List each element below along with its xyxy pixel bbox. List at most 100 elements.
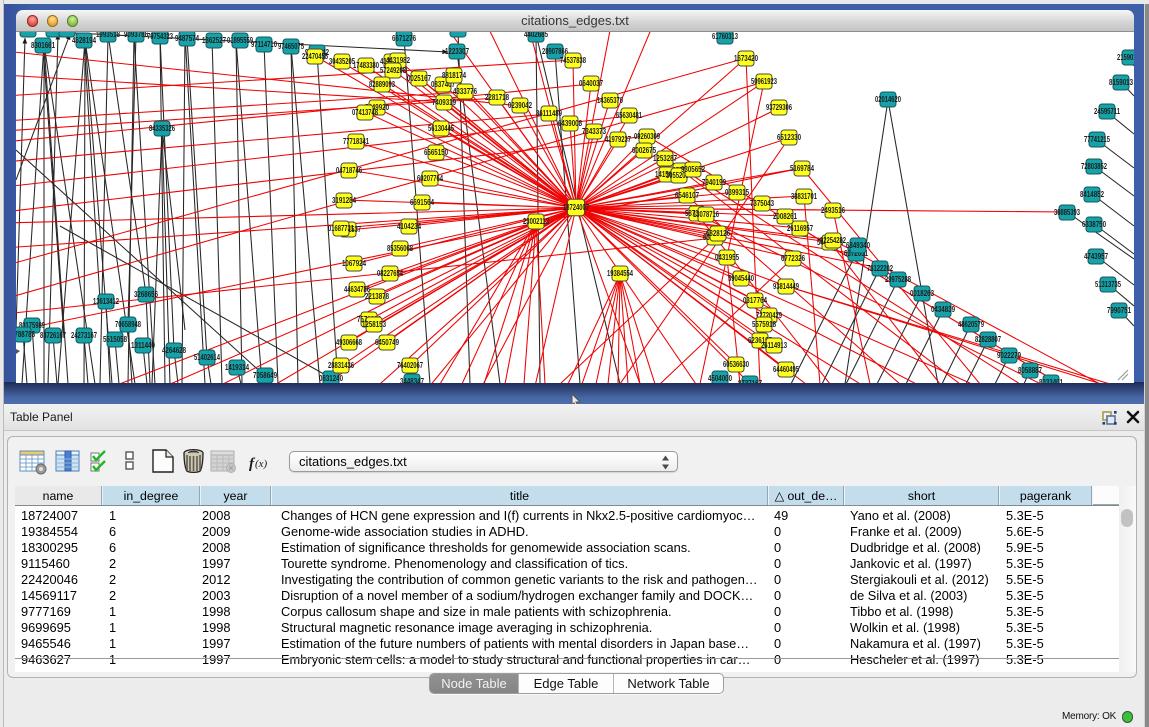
svg-text:18724007: 18724007 <box>563 203 589 212</box>
svg-text:72803852: 72803852 <box>1081 162 1107 171</box>
svg-text:24595711: 24595711 <box>1094 107 1120 116</box>
svg-text:70658948: 70658948 <box>115 320 141 329</box>
svg-text:60536630: 60536630 <box>723 360 749 369</box>
svg-text:7375043: 7375043 <box>750 199 774 208</box>
svg-text:1311440: 1311440 <box>131 341 155 350</box>
svg-text:85356068: 85356068 <box>387 244 413 253</box>
svg-text:07413748: 07413748 <box>352 108 378 117</box>
svg-text:0018263: 0018263 <box>910 289 934 298</box>
svg-text:49306668: 49306668 <box>336 338 362 347</box>
svg-text:0831240: 0831240 <box>319 374 343 383</box>
svg-text:48620579: 48620579 <box>958 320 984 329</box>
svg-text:0239042: 0239042 <box>508 101 532 110</box>
svg-text:1253287: 1253287 <box>653 154 677 163</box>
svg-text:24273167: 24273167 <box>71 331 97 340</box>
svg-text:86111489: 86111489 <box>536 109 562 118</box>
svg-text:1993518: 1993518 <box>96 32 120 39</box>
svg-text:61760313: 61760313 <box>712 32 738 41</box>
svg-text:4402685: 4402685 <box>524 32 548 39</box>
svg-text:8737167: 8737167 <box>738 379 762 383</box>
svg-text:6671276: 6671276 <box>392 34 416 43</box>
svg-text:60207764: 60207764 <box>417 174 443 183</box>
svg-text:9305652: 9305652 <box>681 165 705 174</box>
svg-text:6450749: 6450749 <box>375 338 399 347</box>
svg-text:77718341: 77718341 <box>343 137 369 146</box>
svg-text:6439008: 6439008 <box>558 119 582 128</box>
svg-text:08227654: 08227654 <box>377 269 403 278</box>
svg-text:13078716: 13078716 <box>693 210 719 219</box>
svg-text:7058649: 7058649 <box>253 371 277 380</box>
svg-text:26114913: 26114913 <box>761 341 787 350</box>
svg-text:2281718: 2281718 <box>485 93 509 102</box>
svg-text:02014620: 02014620 <box>875 95 901 104</box>
svg-text:6828126: 6828126 <box>706 229 730 238</box>
svg-text:21590109: 21590109 <box>1117 53 1134 62</box>
svg-text:93814449: 93814449 <box>773 282 799 291</box>
svg-text:(x): (x) <box>255 458 268 470</box>
svg-text:59045440: 59045440 <box>728 274 754 283</box>
svg-text:84335326: 84335326 <box>149 124 175 133</box>
svg-text:0434839: 0434839 <box>931 305 955 314</box>
svg-text:0431955: 0431955 <box>715 253 739 262</box>
svg-text:7409319: 7409319 <box>432 98 456 107</box>
svg-text:4104234: 4104234 <box>397 222 421 231</box>
svg-text:7990751: 7990751 <box>1107 306 1131 315</box>
svg-text:4628194: 4628194 <box>72 36 96 45</box>
svg-text:1067924: 1067924 <box>342 259 366 268</box>
svg-text:3448347: 3448347 <box>400 377 424 383</box>
svg-text:22470455: 22470455 <box>302 52 328 61</box>
svg-text:41979237: 41979237 <box>605 135 631 144</box>
svg-text:29975288: 29975288 <box>885 275 911 284</box>
svg-text:09260309: 09260309 <box>634 132 660 141</box>
svg-text:9022279: 9022279 <box>997 351 1021 360</box>
svg-text:5575918: 5575918 <box>752 320 776 329</box>
svg-text:6546107: 6546107 <box>675 191 699 200</box>
svg-text:6691564: 6691564 <box>410 198 434 207</box>
svg-text:1223307: 1223307 <box>445 47 469 56</box>
svg-text:8058887: 8058887 <box>1018 366 1042 375</box>
svg-text:65630481: 65630481 <box>616 111 642 120</box>
svg-text:51402614: 51402614 <box>194 353 220 362</box>
svg-text:28907866: 28907866 <box>542 47 568 56</box>
svg-text:8159013: 8159013 <box>1109 78 1133 87</box>
svg-text:6849340: 6849340 <box>846 241 870 250</box>
svg-text:8033401: 8033401 <box>1039 378 1063 383</box>
svg-text:23002113: 23002113 <box>523 217 549 226</box>
svg-text:6772326: 6772326 <box>781 254 805 263</box>
svg-text:0399315: 0399315 <box>725 188 749 197</box>
svg-text:6512330: 6512330 <box>777 133 801 142</box>
svg-text:26116957: 26116957 <box>787 224 813 233</box>
svg-text:4333776: 4333776 <box>453 87 477 96</box>
svg-text:8414852: 8414852 <box>1080 190 1104 199</box>
svg-text:13613412: 13613412 <box>93 297 119 306</box>
svg-text:82889093: 82889093 <box>369 80 395 89</box>
svg-text:76122202: 76122202 <box>867 264 893 273</box>
svg-text:83726167: 83726167 <box>40 331 66 340</box>
svg-text:64460495: 64460495 <box>773 365 799 374</box>
svg-text:04718746: 04718746 <box>336 166 362 175</box>
svg-text:77741215: 77741215 <box>1084 135 1110 144</box>
svg-text:0317764: 0317764 <box>743 296 767 305</box>
svg-text:4264628: 4264628 <box>162 346 186 355</box>
svg-text:93729306: 93729306 <box>766 103 792 112</box>
svg-text:14365370: 14365370 <box>597 96 623 105</box>
svg-text:9960308: 9960308 <box>55 32 79 34</box>
svg-text:01895559: 01895559 <box>227 36 253 45</box>
svg-text:79754323: 79754323 <box>147 32 173 41</box>
svg-text:3191284: 3191284 <box>332 196 356 205</box>
svg-text:0640037: 0640037 <box>579 79 603 88</box>
svg-text:8301661: 8301661 <box>31 41 55 50</box>
svg-text:97465075: 97465075 <box>278 42 304 51</box>
svg-text:7940199: 7940199 <box>702 178 726 187</box>
svg-text:2493516: 2493516 <box>821 206 845 215</box>
svg-text:26018159: 26018159 <box>16 32 41 34</box>
svg-text:4788783: 4788783 <box>16 330 35 339</box>
svg-text:2213878: 2213878 <box>365 292 389 301</box>
svg-text:6338750: 6338750 <box>1082 220 1106 229</box>
svg-text:1419314: 1419314 <box>225 363 249 372</box>
svg-text:38831701: 38831701 <box>791 192 817 201</box>
svg-text:38885393: 38885393 <box>1054 208 1080 217</box>
svg-text:5515058: 5515058 <box>103 335 127 344</box>
svg-text:97114710: 97114710 <box>251 40 277 49</box>
svg-text:82254282: 82254282 <box>820 236 846 245</box>
